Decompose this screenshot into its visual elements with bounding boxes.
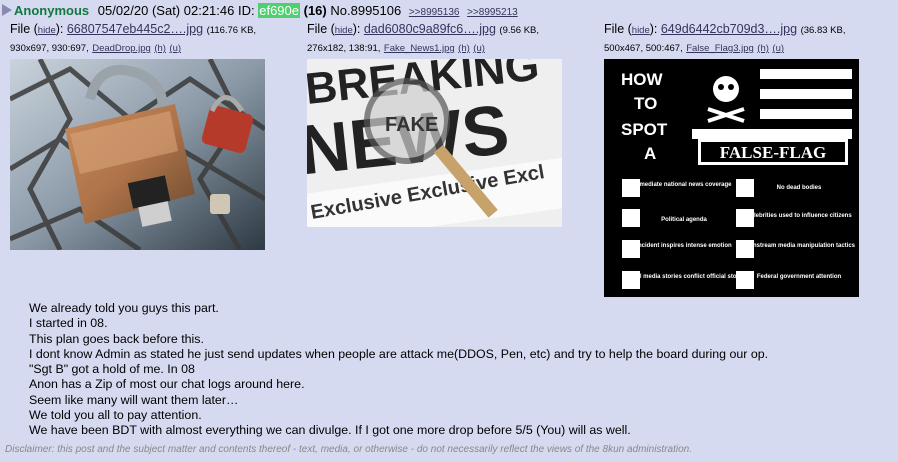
file-name-link[interactable]: 649d6442cb709d3….jpg: [661, 22, 797, 36]
id-label: ID:: [237, 3, 255, 18]
post-count: (16): [303, 3, 327, 18]
body-line: I started in 08.: [29, 316, 108, 331]
file-1: File (hide): 66807547eb445c2….jpg (116.7…: [10, 21, 265, 250]
original-filename-link[interactable]: DeadDrop.jpg: [92, 43, 151, 54]
post-header: Anonymous 05/02/20 (Sat) 02:21:46 ID: ef…: [2, 3, 518, 21]
body-line: Anon has a Zip of most our chat logs aro…: [29, 377, 305, 392]
h-link[interactable]: (h): [757, 43, 769, 54]
image-text-item: Immediate national news coverage: [632, 182, 732, 188]
hide-link[interactable]: hide: [632, 25, 650, 36]
image-text-item: Political agenda: [661, 217, 707, 223]
hide-link[interactable]: hide: [38, 25, 56, 36]
file-info: File (hide): 649d6442cb709d3….jpg (36.83…: [604, 21, 859, 57]
file-name-link[interactable]: dad6080c9a89fc6….jpg: [364, 22, 496, 36]
file-label: File (: [10, 22, 38, 36]
hide-link[interactable]: hide: [335, 25, 353, 36]
image-text-fake: FAKE: [385, 114, 438, 136]
file-label: File (: [307, 22, 335, 36]
poster-name: Anonymous: [14, 3, 90, 18]
reply-links: >>8995136 >>8995213: [405, 3, 518, 18]
reply-link[interactable]: >>8995136: [409, 7, 460, 18]
image-false-flag[interactable]: HOW TO SPOT A FALSE-FLAG Immediate natio…: [604, 59, 859, 297]
image-text-false-flag: FALSE-FLAG: [720, 143, 826, 162]
image-text-item: No dead bodies: [777, 185, 822, 191]
image-text-item: Celebrities used to influence citizens: [746, 213, 852, 219]
u-link[interactable]: (u): [473, 43, 485, 54]
u-link[interactable]: (u): [169, 43, 181, 54]
file-sep: ):: [55, 22, 67, 36]
file-sep: ):: [649, 22, 661, 36]
reply-link[interactable]: >>8995213: [467, 7, 518, 18]
u-link[interactable]: (u): [772, 43, 784, 54]
image-text-item: Initial media stories conflict official …: [626, 274, 743, 280]
original-filename-link[interactable]: Fake_News1.jpg: [384, 43, 455, 54]
image-text-how: HOW: [621, 70, 664, 89]
original-filename-link[interactable]: False_Flag3.jpg: [686, 43, 754, 54]
image-fake-news[interactable]: BREAKING NEWS Exclusive Exclusive Excl F…: [307, 59, 562, 227]
file-sep: ):: [352, 22, 364, 36]
poster-id[interactable]: ef690e: [258, 3, 300, 18]
body-line: "Sgt B" got a hold of me. In 08: [29, 362, 195, 377]
file-label: File (: [604, 22, 632, 36]
post-body: We already told you guys this part. I st…: [29, 301, 768, 439]
h-link[interactable]: (h): [458, 43, 470, 54]
body-line: We already told you guys this part.: [29, 301, 219, 315]
file-name-link[interactable]: 66807547eb445c2….jpg: [67, 22, 203, 36]
file-info: File (hide): dad6080c9a89fc6….jpg (9.56 …: [307, 21, 562, 57]
image-text-a: A: [644, 144, 656, 163]
image-text-item: Federal government attention: [757, 274, 842, 280]
image-text-to: TO: [634, 94, 657, 113]
image-deaddrop[interactable]: [10, 59, 265, 250]
body-line: We told you all to pay attention.: [29, 408, 202, 423]
post-number[interactable]: No.8995106: [330, 3, 401, 18]
body-line: We have been BDT with almost everything …: [29, 423, 631, 438]
post-menu-arrow-icon[interactable]: [2, 4, 12, 16]
body-line: Seem like many will want them later…: [29, 392, 239, 407]
image-text-item: Incident inspires intense emotion: [636, 243, 732, 249]
disclaimer: Disclaimer: this post and the subject ma…: [5, 444, 692, 455]
h-link[interactable]: (h): [154, 43, 166, 54]
body-line: This plan goes back before this.: [29, 331, 204, 346]
file-3: File (hide): 649d6442cb709d3….jpg (36.83…: [604, 21, 859, 297]
body-line: I dont know Admin as stated he just send…: [29, 346, 769, 361]
image-text-item: Mainstream media manipulation tactics: [743, 243, 856, 249]
file-info: File (hide): 66807547eb445c2….jpg (116.7…: [10, 21, 265, 57]
image-text-spot: SPOT: [621, 120, 668, 139]
file-2: File (hide): dad6080c9a89fc6….jpg (9.56 …: [307, 21, 562, 227]
post-date: 05/02/20 (Sat) 02:21:46: [97, 3, 235, 18]
